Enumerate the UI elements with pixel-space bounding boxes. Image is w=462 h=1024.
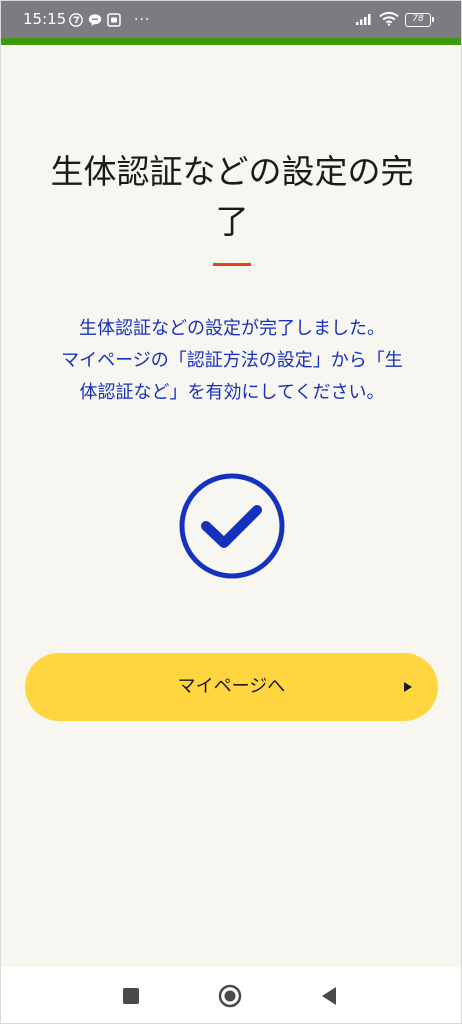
back-triangle-icon [322,987,336,1005]
app-screen: 15:15 ··· 78 生体認証などの設定の完 了 生体認証などの設定が完了し… [0,0,462,1024]
page-title-line2: 了 [215,202,249,241]
mypage-button-label: マイページへ [177,676,286,697]
recents-button[interactable] [101,967,161,1023]
app-notification-icon [107,13,121,27]
status-bar: 15:15 ··· 78 [1,1,461,38]
title-divider [213,263,251,266]
message-line: 生体認証などの設定が完了しました。 [79,318,385,339]
battery-icon: 78 [405,13,434,27]
home-circle-icon [218,984,242,1008]
chat-icon [88,13,102,27]
navigation-bar [1,967,461,1023]
mypage-button[interactable]: マイページへ [25,653,438,721]
message-line: マイページの「認証方法の設定」から「生 [61,350,403,371]
status-time: 15:15 [23,10,67,28]
message-line: 体認証など」を有効にしてください。 [79,382,385,403]
wifi-icon [379,11,399,30]
seven-eleven-icon [69,13,83,27]
status-overflow-dots: ··· [134,12,151,28]
completion-message: 生体認証などの設定が完了しました。 マイページの「認証方法の設定」から「生 体認… [41,313,423,409]
back-button[interactable] [299,967,359,1023]
page-title-line1: 生体認証などの設定の完 [50,152,414,191]
status-icons-right: 78 [355,11,434,30]
page-title: 生体認証などの設定の完 了 [31,147,433,247]
signal-icon [355,11,373,30]
recents-square-icon [123,988,139,1004]
accent-bar [1,38,461,45]
play-arrow-icon [404,682,412,692]
status-icons-left: ··· [69,11,150,29]
check-circle-icon [179,473,285,579]
home-button[interactable] [200,967,260,1023]
